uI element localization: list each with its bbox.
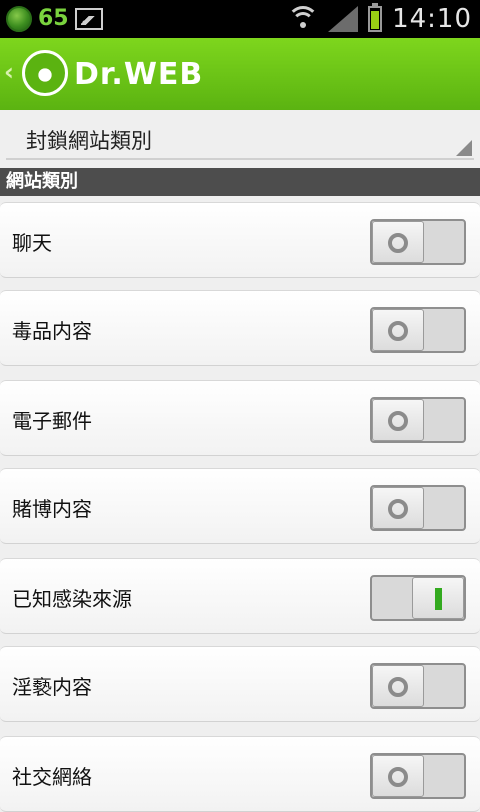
category-dropdown[interactable]: 封鎖網站類別 [6, 112, 474, 160]
image-icon [74, 8, 103, 30]
category-toggle[interactable] [370, 663, 466, 709]
list-item[interactable]: 已知感染來源 [0, 558, 480, 634]
category-toggle[interactable] [370, 575, 466, 621]
list-item-label: 聊天 [12, 231, 52, 255]
toggle-off-icon [388, 499, 408, 519]
list-item[interactable]: 賭博内容 [0, 468, 480, 544]
status-number: 65 [38, 6, 69, 31]
toggle-thumb [372, 665, 424, 707]
toggle-thumb [372, 755, 424, 797]
battery-icon [368, 3, 383, 32]
signal-icon [328, 6, 359, 32]
app-bar: ‹ Dr.WEB [0, 38, 480, 110]
status-time: 14:10 [392, 4, 472, 34]
toggle-on-icon [435, 588, 442, 610]
category-toggle[interactable] [370, 219, 466, 265]
dropdown-selected-value: 封鎖網站類別 [26, 129, 152, 153]
toggle-off-icon [388, 233, 408, 253]
list-item[interactable]: 聊天 [0, 202, 480, 278]
back-chevron-icon[interactable]: ‹ [4, 58, 14, 86]
wifi-icon [287, 6, 320, 32]
dr-web-logo-icon[interactable] [22, 50, 68, 96]
list-item[interactable]: 淫褻内容 [0, 646, 480, 722]
category-toggle[interactable] [370, 485, 466, 531]
category-toggle[interactable] [370, 753, 466, 799]
toggle-thumb [372, 487, 424, 529]
toggle-thumb [412, 577, 464, 619]
list-item[interactable]: 社交網絡 [0, 736, 480, 812]
list-item[interactable]: 毒品内容 [0, 290, 480, 366]
list-item-label: 賭博内容 [12, 497, 92, 521]
toggle-off-icon [388, 767, 408, 787]
list-item[interactable]: 電子郵件 [0, 380, 480, 456]
toggle-thumb [372, 309, 424, 351]
list-item-label: 毒品内容 [12, 319, 92, 343]
list-item-label: 社交網絡 [12, 765, 92, 789]
dropdown-arrow-icon [456, 140, 472, 156]
category-toggle[interactable] [370, 307, 466, 353]
dr-web-badge-icon [6, 6, 32, 32]
toggle-thumb [372, 399, 424, 441]
toggle-thumb [372, 221, 424, 263]
status-right: 14:10 [287, 3, 472, 34]
list-item-label: 已知感染來源 [12, 587, 132, 611]
app-title: Dr.WEB [74, 57, 204, 92]
toggle-off-icon [388, 677, 408, 697]
toggle-off-icon [388, 321, 408, 341]
category-toggle[interactable] [370, 397, 466, 443]
section-header: 網站類別 [0, 168, 480, 196]
status-left: 65 [6, 6, 103, 32]
list-item-label: 淫褻内容 [12, 675, 92, 699]
toggle-off-icon [388, 411, 408, 431]
status-bar: 65 14:10 [0, 0, 480, 38]
list-item-label: 電子郵件 [12, 409, 92, 433]
